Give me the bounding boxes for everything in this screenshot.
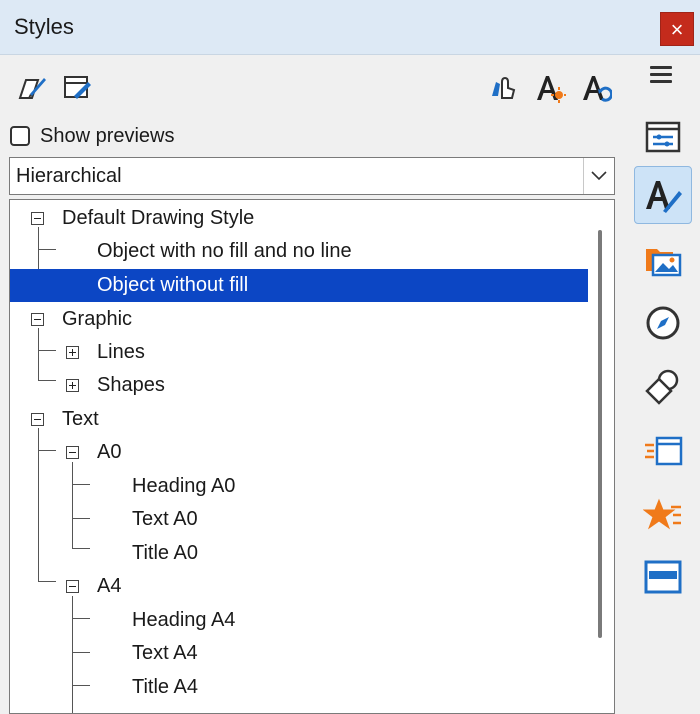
tree-item-label: Object without fill: [97, 274, 249, 296]
styles-tree[interactable]: Default Drawing Style Object with no fil…: [9, 199, 615, 714]
tree-item[interactable]: Graphic: [10, 303, 588, 336]
tree-item-label: Text A0: [132, 508, 198, 530]
gallery-icon[interactable]: [634, 230, 692, 288]
close-button[interactable]: ×: [660, 12, 694, 46]
tree-item[interactable]: Title A4: [10, 671, 588, 704]
show-previews-row[interactable]: Show previews: [10, 123, 175, 149]
tree-item-label: Graphic: [62, 308, 133, 330]
tree-item[interactable]: Text A4: [10, 637, 588, 670]
tree-item-label: Text A4: [132, 642, 198, 664]
tree-item-label: Title A4: [132, 676, 198, 698]
tree-item[interactable]: Title A0: [10, 537, 588, 570]
tree-item-label: A0: [97, 441, 122, 463]
tree-item[interactable]: Shapes: [10, 369, 588, 402]
tree-item-label: Lines: [97, 341, 145, 363]
tree-item[interactable]: Default Drawing Style: [10, 202, 588, 235]
expand-icon[interactable]: [66, 346, 79, 359]
tree-item[interactable]: Text A0: [10, 503, 588, 536]
tree-item-label: Default Drawing Style: [62, 207, 255, 229]
tree-item[interactable]: Heading A0: [10, 470, 588, 503]
collapse-icon[interactable]: [66, 446, 79, 459]
tree-item-label: Text: [62, 408, 99, 430]
update-style-icon[interactable]: [62, 72, 94, 104]
tree-item-label: Heading A4: [132, 609, 236, 631]
tree-item[interactable]: Object with no fill and no line: [10, 235, 588, 268]
styles-icon[interactable]: [634, 166, 692, 224]
tree-item-label: Heading A0: [132, 475, 236, 497]
collapse-icon[interactable]: [66, 580, 79, 593]
title-bar: Styles ×: [0, 0, 700, 55]
tree-item[interactable]: Text: [10, 403, 588, 436]
new-style-icon[interactable]: [534, 72, 566, 104]
vertical-scrollbar[interactable]: [598, 230, 602, 638]
master-slides-icon[interactable]: [634, 548, 692, 606]
show-previews-checkbox[interactable]: [10, 126, 30, 146]
new-style-from-selection-icon[interactable]: [16, 72, 48, 104]
tree-item-label: Shapes: [97, 374, 165, 396]
hamburger-menu-icon[interactable]: [650, 66, 672, 84]
collapse-icon[interactable]: [31, 413, 44, 426]
tree-item[interactable]: A4: [10, 570, 588, 603]
show-previews-label: Show previews: [40, 124, 175, 147]
animation-icon[interactable]: [634, 486, 692, 544]
tree-item[interactable]: Heading A4: [10, 604, 588, 637]
tree-item-label: A4: [97, 575, 122, 597]
collapse-icon[interactable]: [31, 313, 44, 326]
tree-item[interactable]: Lines: [10, 336, 588, 369]
slide-transition-icon[interactable]: [634, 422, 692, 480]
expand-icon[interactable]: [66, 379, 79, 392]
style-filter-dropdown[interactable]: Hierarchical: [9, 157, 615, 195]
tree-item-label: Title A0: [132, 542, 198, 564]
navigator-icon[interactable]: [634, 294, 692, 352]
shapes-icon[interactable]: [634, 358, 692, 416]
tree-item-label: Object with no fill and no line: [97, 240, 352, 262]
style-filter-value: Hierarchical: [16, 165, 122, 187]
tree-item[interactable]: A0: [10, 436, 588, 469]
window-title: Styles: [14, 14, 74, 39]
fill-format-mode-icon[interactable]: [488, 72, 520, 104]
collapse-icon[interactable]: [31, 212, 44, 225]
update-style-icon[interactable]: [580, 72, 614, 104]
properties-icon[interactable]: [634, 108, 692, 166]
tree-item-selected[interactable]: Object without fill: [10, 269, 588, 302]
chevron-down-icon[interactable]: [583, 158, 614, 194]
